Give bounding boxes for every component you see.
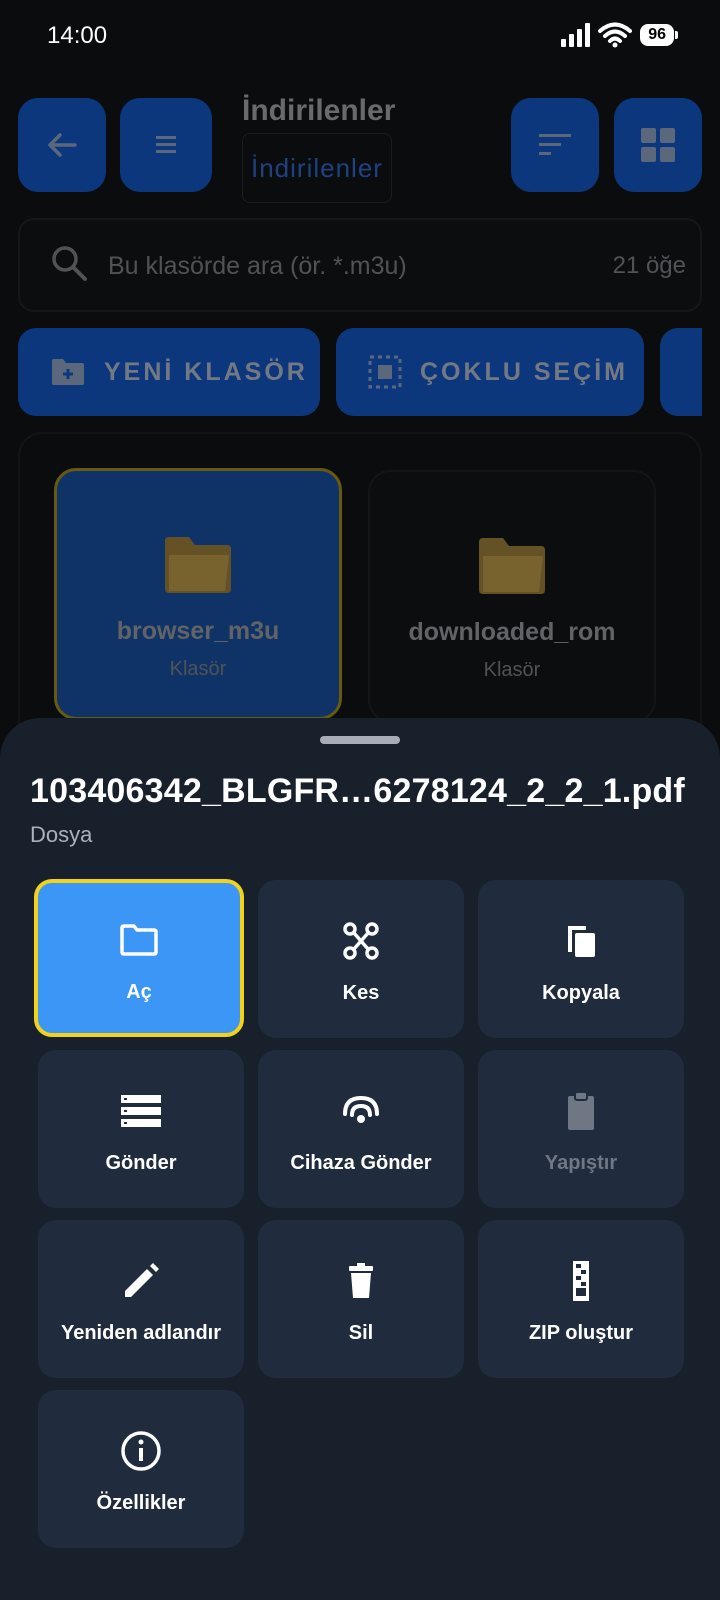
status-bar: 14:00 96 (0, 0, 720, 72)
folder-name: downloaded_rom (408, 618, 616, 646)
item-count: 21 öğe (612, 252, 686, 279)
cut-label: Kes (342, 982, 380, 1004)
search-bar[interactable]: Bu klasörde ara (ör. *.m3u) 21 öğe (18, 218, 702, 312)
send-label: Gönder (105, 1152, 177, 1174)
paste-icon-wrap (567, 1090, 595, 1132)
sheet-drag-handle[interactable] (320, 736, 400, 744)
grid-view-button[interactable] (614, 98, 702, 192)
folder-card[interactable]: downloaded_rom Klasör (368, 470, 656, 722)
more-chip[interactable] (660, 328, 702, 416)
rename-icon-wrap (121, 1260, 161, 1302)
trash-icon (349, 1263, 373, 1298)
select-all-icon (368, 355, 402, 389)
copy-icon (568, 926, 595, 957)
arrow-left-icon (48, 133, 77, 157)
clipboard-icon (568, 1091, 594, 1130)
wifi-tethering-icon (343, 1095, 379, 1123)
open-button[interactable]: Aç (34, 879, 244, 1037)
search-input[interactable]: Bu klasörde ara (ör. *.m3u) (108, 252, 407, 281)
new-folder-button[interactable]: YENİ KLASÖR (18, 328, 320, 416)
send-to-device-label: Cihaza Gönder (290, 1152, 432, 1174)
battery-indicator: 96 (640, 24, 678, 46)
multi-select-button[interactable]: ÇOKLU SEÇİM (336, 328, 644, 416)
copy-icon-wrap (565, 920, 597, 962)
scissors-icon (343, 922, 379, 960)
status-time: 14:00 (47, 22, 108, 49)
multi-select-label: ÇOKLU SEÇİM (420, 357, 628, 386)
grid-icon (641, 128, 675, 162)
delete-icon-wrap (347, 1260, 375, 1302)
new-folder-label: YENİ KLASÖR (104, 357, 308, 386)
signal-icon (561, 23, 591, 47)
folder-icon (165, 537, 231, 593)
storage-icon (121, 1095, 161, 1127)
sort-icon (539, 134, 571, 155)
sheet-file-type: Dosya (30, 822, 93, 847)
menu-icon (156, 136, 176, 153)
status-icons: 96 (560, 22, 678, 48)
cut-icon-wrap (343, 920, 379, 962)
back-button[interactable] (18, 98, 106, 192)
search-icon (52, 246, 87, 281)
rename-button[interactable]: Yeniden adlandır (38, 1220, 244, 1378)
copy-button[interactable]: Kopyala (478, 880, 684, 1038)
delete-button[interactable]: Sil (258, 1220, 464, 1378)
pencil-icon (125, 1263, 159, 1297)
copy-label: Kopyala (542, 982, 620, 1004)
cut-button[interactable]: Kes (258, 880, 464, 1038)
page-title: İndirilenler (242, 94, 396, 127)
rename-label: Yeniden adlandır (60, 1322, 222, 1344)
paste-button[interactable]: Yapıştır (478, 1050, 684, 1208)
new-folder-icon (52, 359, 84, 385)
info-icon (121, 1431, 161, 1471)
create-zip-button[interactable]: ZIP oluştur (478, 1220, 684, 1378)
folder-type: Klasör (169, 658, 227, 680)
zip-icon (573, 1261, 589, 1301)
menu-button[interactable] (120, 98, 212, 192)
breadcrumb[interactable]: İndirilenler (242, 133, 392, 203)
folder-type: Klasör (483, 659, 541, 681)
folder-card[interactable]: browser_m3u Klasör (54, 468, 342, 720)
sort-button[interactable] (511, 98, 599, 192)
properties-button[interactable]: Özellikler (38, 1390, 244, 1548)
wifi-icon (598, 22, 633, 48)
paste-label: Yapıştır (544, 1152, 618, 1174)
search-icon-wrap (50, 244, 88, 287)
delete-label: Sil (348, 1322, 374, 1344)
properties-label: Özellikler (96, 1492, 186, 1514)
send-icon-wrap (120, 1090, 162, 1132)
properties-icon-wrap (120, 1430, 162, 1472)
zip-icon-wrap (571, 1260, 591, 1302)
send-to-device-button[interactable]: Cihaza Gönder (258, 1050, 464, 1208)
open-icon-wrap (119, 919, 159, 961)
folder-outline-icon (120, 924, 158, 956)
folder-icon (479, 538, 545, 594)
send-button[interactable]: Gönder (38, 1050, 244, 1208)
sheet-file-name: 103406342_BLGFR…6278124_2_2_1.pdf (30, 772, 685, 810)
folder-name: browser_m3u (116, 617, 280, 645)
file-manager-app: 14:00 96 İndirilenler İndirilenler Bu kl… (0, 0, 720, 1600)
open-label: Aç (126, 981, 152, 1003)
create-zip-label: ZIP oluştur (528, 1322, 634, 1344)
send-device-icon-wrap (341, 1090, 381, 1132)
file-actions-sheet: 103406342_BLGFR…6278124_2_2_1.pdf Dosya … (0, 718, 720, 1600)
